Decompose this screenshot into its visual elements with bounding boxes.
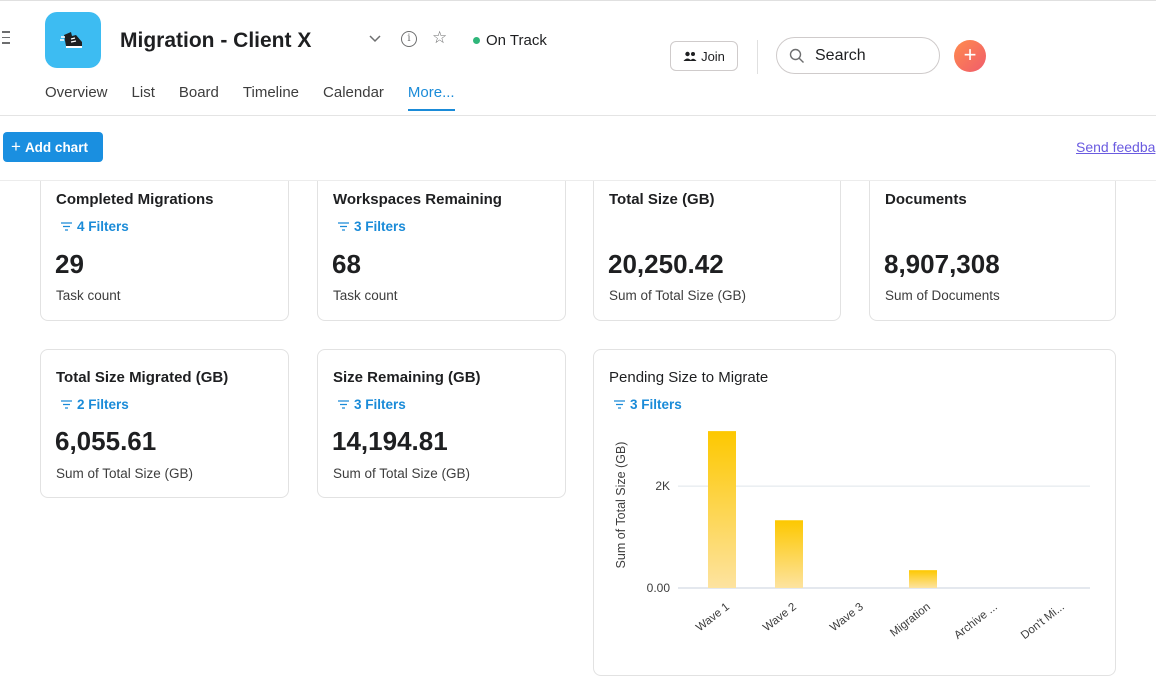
filter-icon: [338, 222, 349, 231]
window-top-border: [0, 0, 1156, 6]
header-divider: [757, 40, 758, 74]
x-tick-label: Wave 2: [761, 601, 799, 634]
card-subtitle: Sum of Total Size (GB): [56, 466, 194, 481]
x-tick-label: Wave 3: [828, 601, 866, 634]
send-feedback-link[interactable]: Send feedba: [1076, 139, 1155, 155]
filter-icon: [61, 400, 72, 409]
card-title: Total Size Migrated (GB): [56, 369, 229, 386]
project-icon[interactable]: [45, 12, 101, 68]
filter-icon: [338, 400, 349, 409]
card-size-remaining[interactable]: Size Remaining (GB) 3 Filters 14,194.81 …: [317, 349, 566, 498]
star-icon[interactable]: ☆: [432, 29, 447, 47]
card-value: 29: [55, 249, 84, 279]
search-icon: [789, 48, 804, 63]
x-tick-label: Archive ...: [952, 601, 1000, 642]
bar[interactable]: [909, 570, 937, 588]
bar[interactable]: [775, 520, 803, 588]
tab-board[interactable]: Board: [179, 84, 219, 111]
card-subtitle: Task count: [56, 288, 121, 303]
card-value: 14,194.81: [332, 426, 448, 456]
shoe-icon: [60, 32, 82, 48]
search-input[interactable]: [815, 46, 925, 66]
card-title: Size Remaining (GB): [333, 369, 481, 386]
card-subtitle: Sum of Total Size (GB): [333, 466, 471, 481]
card-workspaces-remaining[interactable]: Workspaces Remaining 3 Filters 68 Task c…: [317, 181, 566, 321]
tab-calendar[interactable]: Calendar: [323, 84, 384, 111]
card-total-size[interactable]: Total Size (GB) 20,250.42 Sum of Total S…: [593, 181, 841, 321]
card-title: Completed Migrations: [56, 191, 214, 208]
x-tick-label: Don't Mi...: [1019, 601, 1067, 642]
tab-more[interactable]: More...: [407, 84, 455, 111]
join-button[interactable]: Join: [670, 41, 738, 71]
card-subtitle: Task count: [333, 288, 398, 303]
card-pending-size-chart[interactable]: Pending Size to Migrate 3 Filters 0.00 2K…: [593, 349, 1116, 676]
card-documents[interactable]: Documents 8,907,308 Sum of Documents: [869, 181, 1116, 321]
card-total-size-migrated[interactable]: Total Size Migrated (GB) 2 Filters 6,055…: [40, 349, 289, 498]
card-title: Workspaces Remaining: [333, 191, 502, 208]
card-value: 68: [332, 249, 361, 279]
card-filter[interactable]: 3 Filters: [338, 219, 406, 234]
tab-timeline[interactable]: Timeline: [243, 84, 299, 111]
filter-icon: [61, 222, 72, 231]
tab-overview[interactable]: Overview: [45, 84, 108, 111]
add-chart-button[interactable]: + Add chart: [3, 132, 103, 162]
card-title: Documents: [885, 191, 967, 208]
y-axis-label: Sum of Total Size (GB): [614, 442, 628, 569]
project-title[interactable]: Migration - Client X: [120, 29, 311, 53]
card-filter[interactable]: 4 Filters: [61, 219, 129, 234]
search-box[interactable]: [776, 37, 940, 74]
bar[interactable]: [708, 431, 736, 588]
people-icon: [683, 51, 697, 61]
y-tick-label: 2K: [655, 479, 670, 493]
tab-list[interactable]: List: [132, 84, 155, 111]
status-dot: [473, 37, 480, 44]
project-status[interactable]: On Track: [486, 32, 547, 49]
bar-chart: 0.00 2K Wave 1 Wave 2 Wave 3 Migration Archive…: [614, 431, 1090, 642]
chevron-down-icon[interactable]: [368, 34, 382, 44]
card-value: 6,055.61: [55, 426, 157, 456]
project-tabs: Overview List Board Timeline Calendar Mo…: [45, 84, 479, 111]
join-label: Join: [701, 48, 725, 64]
card-filter[interactable]: 3 Filters: [338, 397, 406, 412]
x-tick-label: Wave 1: [694, 601, 732, 634]
card-title: Total Size (GB): [609, 191, 715, 208]
x-tick-label: Migration: [888, 601, 933, 640]
header-divider-line: [0, 115, 1156, 116]
sidebar-toggle-icon[interactable]: [2, 31, 10, 47]
card-completed-migrations[interactable]: Completed Migrations 4 Filters 29 Task c…: [40, 181, 289, 321]
plus-icon: +: [11, 137, 21, 156]
card-value: 8,907,308: [884, 249, 1000, 279]
add-chart-label: Add chart: [24, 139, 88, 155]
info-icon[interactable]: i: [401, 31, 417, 47]
quick-add-button[interactable]: +: [954, 40, 986, 72]
card-value: 20,250.42: [608, 249, 724, 279]
y-tick-label: 0.00: [647, 581, 671, 595]
card-subtitle: Sum of Documents: [885, 288, 1000, 303]
card-filter[interactable]: 2 Filters: [61, 397, 129, 412]
card-subtitle: Sum of Total Size (GB): [609, 288, 747, 303]
